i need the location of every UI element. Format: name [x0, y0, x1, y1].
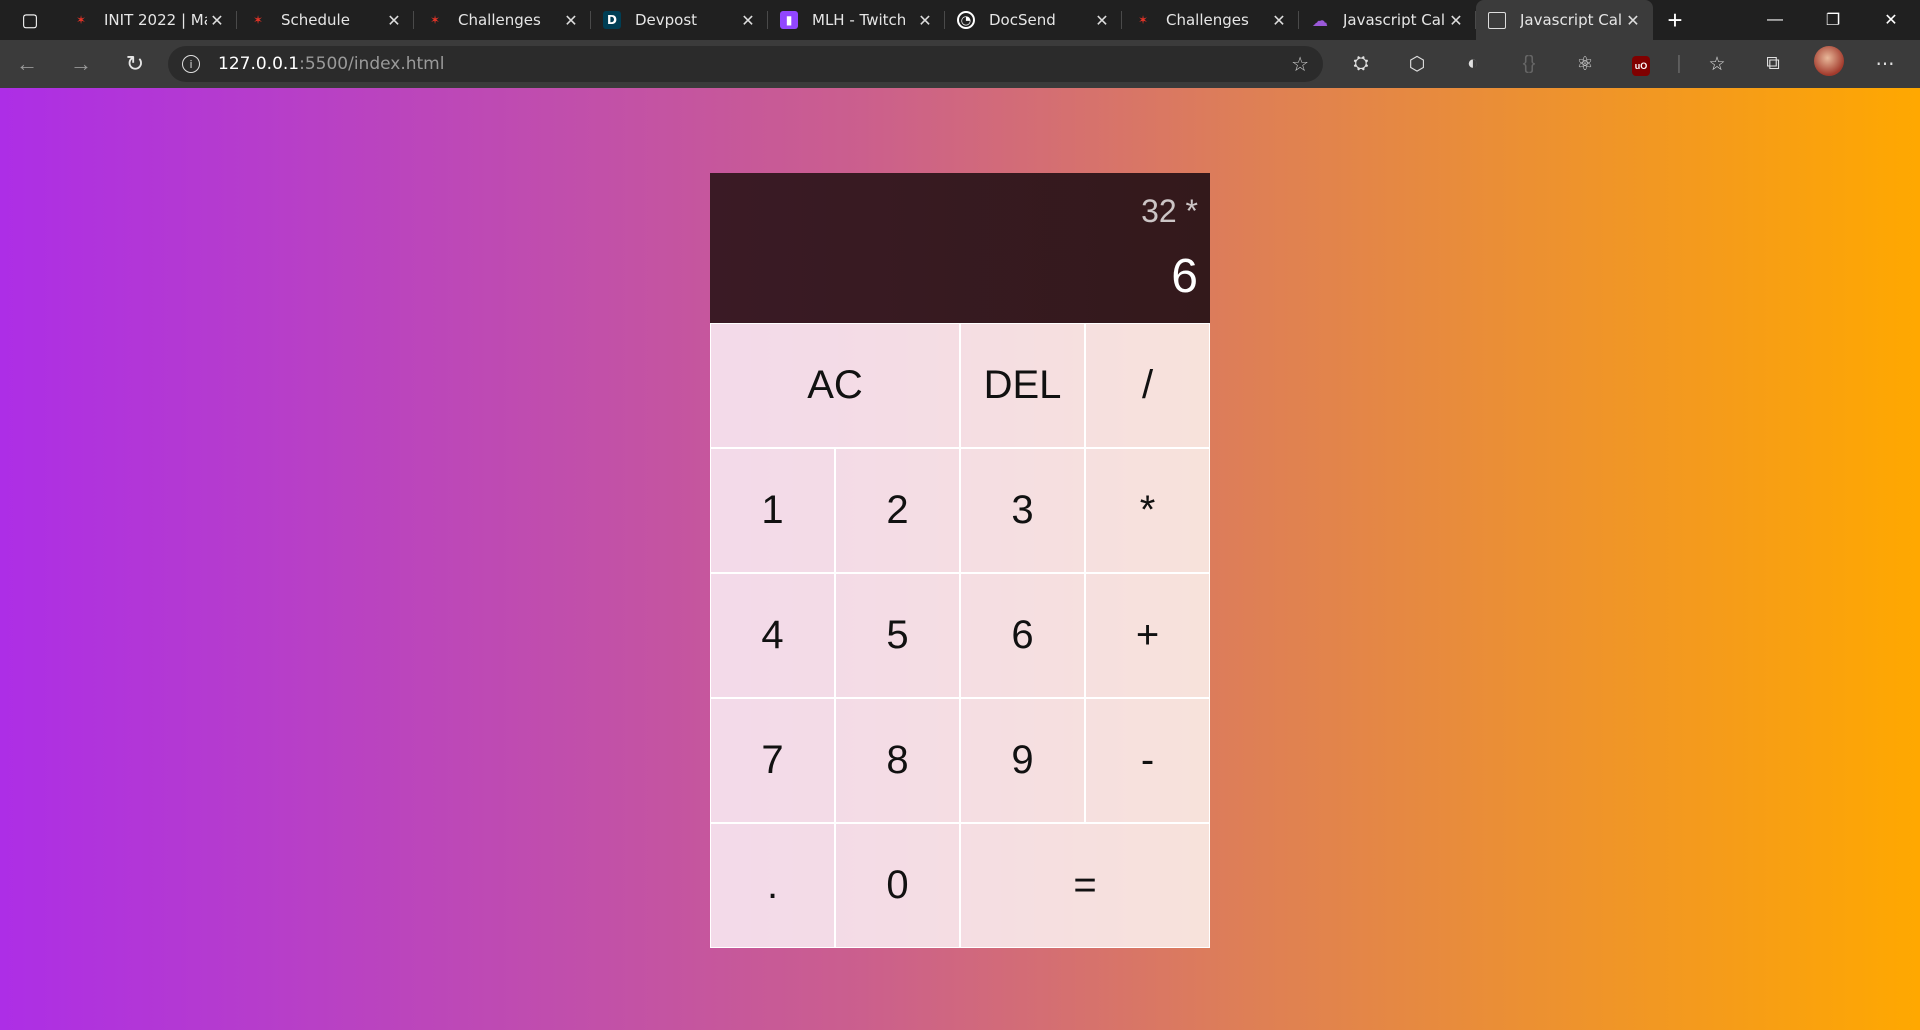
minimize-icon[interactable]: — — [1746, 0, 1804, 40]
tab-challenges-2[interactable]: ✶ Challenges ✕ — [1122, 0, 1299, 40]
tab-title: Challenges — [1166, 11, 1249, 29]
minus-button[interactable]: - — [1085, 698, 1210, 823]
docsend-icon: ◔ — [957, 11, 975, 29]
cloud-icon: ☁ — [1312, 10, 1328, 30]
close-icon[interactable]: ✕ — [384, 11, 404, 30]
multiply-button[interactable]: * — [1085, 448, 1210, 573]
profile-avatar[interactable] — [1801, 46, 1857, 82]
digit-2-button[interactable]: 2 — [835, 448, 960, 573]
toolbar-divider: | — [1676, 53, 1682, 74]
mlh-icon: ✶ — [429, 13, 441, 27]
delete-button[interactable]: DEL — [960, 323, 1085, 448]
close-icon[interactable]: ✕ — [1269, 11, 1289, 30]
extension-icon[interactable]: ⛭ — [1333, 53, 1389, 75]
tab-title: MLH - Twitch — [812, 11, 907, 29]
browser-tab-bar: ▢ ✶ INIT 2022 | Ma ✕ ✶ Schedule ✕ ✶ Chal… — [0, 0, 1920, 40]
url-path: :5500/index.html — [299, 54, 445, 74]
digit-5-button[interactable]: 5 — [835, 573, 960, 698]
all-clear-button[interactable]: AC — [710, 323, 960, 448]
react-extension-icon[interactable]: ⚛ — [1557, 53, 1613, 76]
mlh-icon: ✶ — [1137, 13, 1149, 27]
digit-8-button[interactable]: 8 — [835, 698, 960, 823]
new-tab-button[interactable]: + — [1653, 0, 1697, 40]
url-host: 127.0.0.1 — [218, 54, 300, 74]
calculator-grid: 32 * 6 AC DEL / 1 2 3 * 4 5 6 + 7 8 9 - … — [710, 173, 1210, 948]
close-icon[interactable]: ✕ — [915, 11, 935, 30]
tab-title: Challenges — [458, 11, 541, 29]
more-menu-icon[interactable]: ⋯ — [1857, 53, 1913, 76]
tab-devpost[interactable]: D Devpost ✕ — [591, 0, 768, 40]
mlh-icon: ✶ — [252, 13, 264, 27]
page-icon — [1488, 11, 1506, 29]
digit-4-button[interactable]: 4 — [710, 573, 835, 698]
tab-twitch[interactable]: ▮ MLH - Twitch ✕ — [768, 0, 945, 40]
close-icon[interactable]: ✕ — [1623, 11, 1643, 30]
digit-6-button[interactable]: 6 — [960, 573, 1085, 698]
previous-operand: 32 * — [1141, 192, 1198, 229]
restore-icon[interactable]: ❐ — [1804, 0, 1862, 40]
close-icon[interactable]: ✕ — [738, 11, 758, 30]
tab-title: INIT 2022 | Ma — [104, 11, 207, 29]
twitch-icon: ▮ — [780, 11, 798, 29]
tab-schedule[interactable]: ✶ Schedule ✕ — [237, 0, 414, 40]
address-bar[interactable]: i 127.0.0.1:5500/index.html ☆ — [168, 46, 1323, 82]
digit-7-button[interactable]: 7 — [710, 698, 835, 823]
add-favorite-icon[interactable]: ☆ — [1291, 52, 1309, 76]
chat-extension-icon[interactable]: ◐ — [1445, 53, 1501, 75]
calculator-display: 32 * 6 — [710, 173, 1210, 323]
browser-nav-bar: ← → ↻ i 127.0.0.1:5500/index.html ☆ ⛭ ⬡ … — [0, 40, 1920, 88]
tab-challenges[interactable]: ✶ Challenges ✕ — [414, 0, 591, 40]
tab-javascript-calc-active[interactable]: Javascript Calc ✕ — [1476, 0, 1653, 40]
devpost-icon: D — [603, 11, 621, 29]
tab-actions-icon[interactable]: ▢ — [0, 0, 60, 40]
divide-button[interactable]: / — [1085, 323, 1210, 448]
tab-title: Schedule — [281, 11, 350, 29]
digit-1-button[interactable]: 1 — [710, 448, 835, 573]
forward-button[interactable]: → — [54, 51, 108, 77]
collections-icon[interactable]: ⧉ — [1745, 53, 1801, 75]
close-icon[interactable]: ✕ — [1092, 11, 1112, 30]
close-icon[interactable]: ✕ — [1446, 11, 1466, 30]
plus-button[interactable]: + — [1085, 573, 1210, 698]
back-button[interactable]: ← — [0, 51, 54, 77]
site-info-icon[interactable]: i — [182, 55, 200, 73]
decimal-button[interactable]: . — [710, 823, 835, 948]
mlh-icon: ✶ — [75, 13, 87, 27]
reload-button[interactable]: ↻ — [108, 51, 162, 77]
tab-title: DocSend — [989, 11, 1056, 29]
close-icon[interactable]: ✕ — [561, 11, 581, 30]
cube-extension-icon[interactable]: ⬡ — [1389, 53, 1445, 76]
window-controls: — ❐ ✕ — [1746, 0, 1920, 40]
extensions-toolbar: ⛭ ⬡ ◐ {} ⚛ uO | ☆ ⧉ ⋯ — [1333, 46, 1913, 82]
digit-3-button[interactable]: 3 — [960, 448, 1085, 573]
tab-title: Javascript Calc — [1343, 11, 1446, 29]
ublock-icon[interactable]: uO — [1613, 53, 1669, 76]
close-window-icon[interactable]: ✕ — [1862, 0, 1920, 40]
digit-9-button[interactable]: 9 — [960, 698, 1085, 823]
tab-javascript-calc[interactable]: ☁ Javascript Calc ✕ — [1299, 0, 1476, 40]
favorites-icon[interactable]: ☆ — [1689, 53, 1745, 76]
tab-title: Devpost — [635, 11, 698, 29]
digit-0-button[interactable]: 0 — [835, 823, 960, 948]
tab-title: Javascript Calc — [1520, 11, 1623, 29]
current-operand: 6 — [1171, 249, 1198, 303]
tab-docsend[interactable]: ◔ DocSend ✕ — [945, 0, 1122, 40]
tab-init-2022[interactable]: ✶ INIT 2022 | Ma ✕ — [60, 0, 237, 40]
equals-button[interactable]: = — [960, 823, 1210, 948]
braces-extension-icon[interactable]: {} — [1501, 53, 1557, 75]
page-background: 32 * 6 AC DEL / 1 2 3 * 4 5 6 + 7 8 9 - … — [0, 88, 1920, 1030]
close-icon[interactable]: ✕ — [207, 11, 227, 30]
